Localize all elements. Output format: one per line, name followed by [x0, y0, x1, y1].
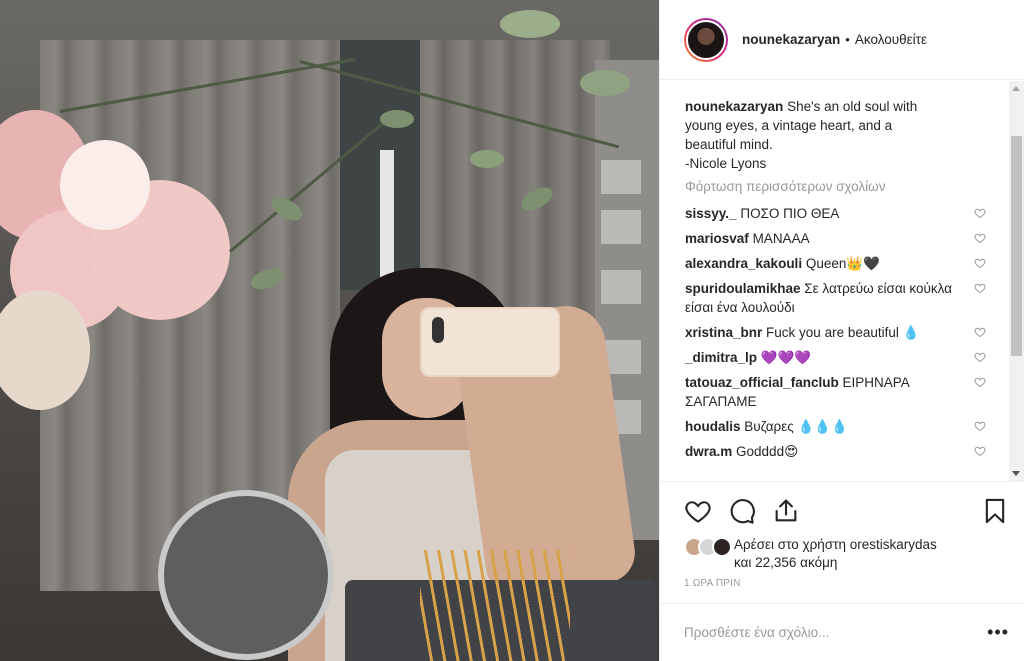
- header-username[interactable]: nounekazaryan: [742, 32, 840, 47]
- more-options-icon[interactable]: •••: [987, 622, 1009, 643]
- comment-username[interactable]: houdalis: [685, 419, 741, 434]
- comment-text: Fuck you are beautiful 💧: [766, 325, 920, 340]
- comment-input[interactable]: [684, 625, 988, 640]
- post-side-panel: nounekazaryan • Ακολουθείτε nounekazarya…: [659, 0, 1024, 661]
- comment-row: houdalis Βυζαρες 💧💧💧: [685, 417, 986, 436]
- phone: [420, 307, 560, 377]
- leaf: [380, 110, 414, 128]
- comment-like-heart-icon[interactable]: [974, 282, 986, 294]
- avatar[interactable]: [684, 17, 728, 62]
- likes-count[interactable]: και 22,356 ακόμη: [734, 555, 837, 570]
- comment-username[interactable]: tatouaz_official_fanclub: [685, 375, 839, 390]
- comment-like-heart-icon[interactable]: [974, 445, 986, 457]
- heart-icon[interactable]: [684, 497, 712, 525]
- comment-row: _dimitra_lp 💜💜💜: [685, 348, 986, 367]
- comment-like-heart-icon[interactable]: [974, 376, 986, 388]
- comment-like-heart-icon[interactable]: [974, 326, 986, 338]
- comment-text: 💜💜💜: [760, 350, 812, 365]
- comment-text: Godddd😍: [736, 444, 799, 459]
- bookmark-icon[interactable]: [981, 497, 1009, 525]
- share-icon[interactable]: [772, 497, 800, 525]
- comments-scrollbar[interactable]: [1009, 81, 1024, 481]
- scroll-thumb[interactable]: [1011, 136, 1022, 356]
- comment-row: spuridoulamikhae Σε λατρεύω είσαι κούκλα…: [685, 279, 986, 317]
- likes-summary: Αρέσει στο χρήστη orestiskarydas και 22,…: [684, 536, 1009, 572]
- comment-username[interactable]: sissyy._: [685, 206, 737, 221]
- comment-username[interactable]: spuridoulamikhae: [685, 281, 801, 296]
- follow-status[interactable]: Ακολουθείτε: [855, 32, 927, 47]
- caption-line: young eyes, a vintage heart, and a: [685, 118, 893, 133]
- comment-text: ΜΑΝΑΑΑ: [752, 231, 810, 246]
- post-time[interactable]: 1 ΩΡΑ ΠΡΙΝ: [684, 578, 1009, 589]
- comment-like-heart-icon[interactable]: [974, 207, 986, 219]
- caption-line: She's an old soul with: [787, 99, 918, 114]
- comment-row: dwra.m Godddd😍: [685, 442, 986, 461]
- comment-row: mariosvaf ΜΑΝΑΑΑ: [685, 229, 986, 248]
- comment-username[interactable]: mariosvaf: [685, 231, 749, 246]
- scroll-down-arrow-icon[interactable]: [1012, 471, 1020, 476]
- likes-user[interactable]: orestiskarydas: [850, 537, 937, 552]
- liker-avatars[interactable]: [684, 537, 732, 557]
- comment-username[interactable]: xristina_bnr: [685, 325, 762, 340]
- comments-list[interactable]: nounekazaryan She's an old soul with you…: [660, 81, 1010, 481]
- liker-avatar: [712, 537, 732, 557]
- comment-like-heart-icon[interactable]: [974, 420, 986, 432]
- comment-username[interactable]: alexandra_kakouli: [685, 256, 802, 271]
- comment-row: sissyy._ ΠΟΣΟ ΠΙΟ ΘΕΑ: [685, 204, 986, 223]
- action-icons: [684, 492, 1009, 530]
- instagram-post: nounekazaryan • Ακολουθείτε nounekazarya…: [0, 0, 1024, 661]
- comment-like-heart-icon[interactable]: [974, 351, 986, 363]
- comment-text: Βυζαρες 💧💧💧: [744, 419, 848, 434]
- caption-username[interactable]: nounekazaryan: [685, 99, 783, 114]
- comment-username[interactable]: _dimitra_lp: [685, 350, 757, 365]
- round-mirror: [158, 490, 334, 660]
- likes-prefix: Αρέσει στο χρήστη: [734, 537, 846, 552]
- comment-icon[interactable]: [728, 497, 756, 525]
- leaf: [470, 150, 504, 168]
- caption-line: -Nicole Lyons: [685, 156, 767, 171]
- post-actions: Αρέσει στο χρήστη orestiskarydas και 22,…: [660, 481, 1024, 661]
- comment-row: alexandra_kakouli Queen👑🖤: [685, 254, 986, 273]
- caption: nounekazaryan She's an old soul with you…: [685, 97, 986, 173]
- post-header: nounekazaryan • Ακολουθείτε: [660, 0, 1024, 80]
- comment-text: ΠΟΣΟ ΠΙΟ ΘΕΑ: [740, 206, 840, 221]
- flowers: [0, 90, 250, 420]
- comment-text: Queen👑🖤: [805, 256, 880, 271]
- comment-like-heart-icon[interactable]: [974, 232, 986, 244]
- comment-username[interactable]: dwra.m: [685, 444, 732, 459]
- scroll-up-arrow-icon[interactable]: [1012, 86, 1020, 91]
- caption-line: beautiful mind.: [685, 137, 773, 152]
- load-more-comments[interactable]: Φόρτωση περισσότερων σχολίων: [685, 179, 986, 194]
- post-photo[interactable]: [0, 0, 659, 661]
- add-comment-bar: •••: [660, 603, 1024, 661]
- comment-row: tatouaz_official_fanclub ΕΙΡΗΝΑΡΑ ΣΑΓΑΠΑ…: [685, 373, 986, 411]
- comment-like-heart-icon[interactable]: [974, 257, 986, 269]
- reed-sticks: [420, 550, 570, 661]
- window: [340, 40, 420, 300]
- header-separator: •: [845, 32, 850, 47]
- comment-row: xristina_bnr Fuck you are beautiful 💧: [685, 323, 986, 342]
- leaf: [580, 70, 630, 96]
- leaf: [500, 10, 560, 38]
